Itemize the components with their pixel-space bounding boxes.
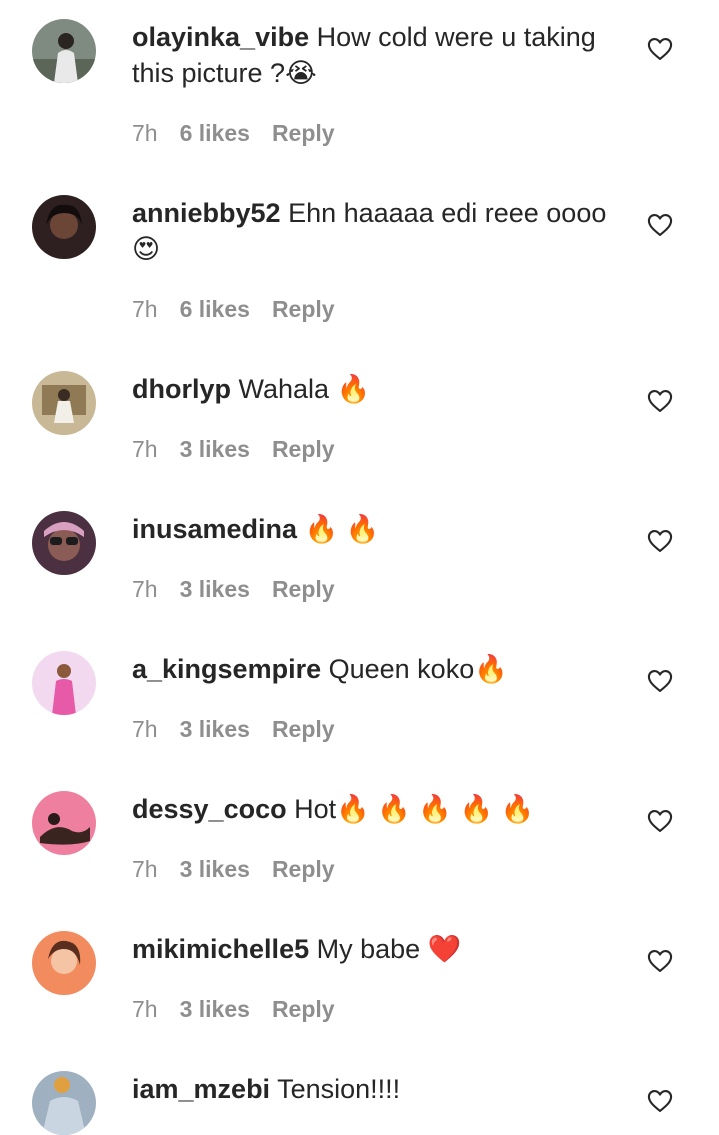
comment-text: olayinka_vibe How cold were u taking thi… (132, 19, 622, 91)
heart-outline-icon[interactable] (646, 211, 674, 239)
heart-outline-icon[interactable] (646, 667, 674, 695)
comment-time: 7h (132, 436, 158, 462)
heart-outline-icon[interactable] (646, 387, 674, 415)
comment-meta: 7h 6 likes Reply (132, 118, 335, 148)
comment-text: a_kingsempire Queen koko🔥 (132, 651, 622, 687)
avatar[interactable] (32, 931, 96, 995)
comment-username[interactable]: olayinka_vibe (132, 22, 309, 52)
heart-outline-icon[interactable] (646, 527, 674, 555)
comment-username[interactable]: inusamedina (132, 514, 297, 544)
avatar[interactable] (32, 791, 96, 855)
comment-time: 7h (132, 296, 158, 322)
comment-meta: 7h 3 likes Reply (132, 434, 335, 464)
reply-button[interactable]: Reply (272, 296, 335, 322)
avatar[interactable] (32, 19, 96, 83)
reply-button[interactable]: Reply (272, 996, 335, 1022)
comment-text: iam_mzebi Tension!!!! (132, 1071, 622, 1107)
comment-time: 7h (132, 120, 158, 146)
comment-username[interactable]: dhorlyp (132, 374, 231, 404)
comment-time: 7h (132, 856, 158, 882)
comment-body: Wahala 🔥 (238, 374, 371, 404)
comment-text: dhorlyp Wahala 🔥 (132, 371, 622, 407)
heart-outline-icon[interactable] (646, 35, 674, 63)
comment-text: inusamedina 🔥 🔥 (132, 511, 622, 547)
comment-body: My babe ❤️ (316, 934, 462, 964)
heart-outline-icon[interactable] (646, 807, 674, 835)
comment-username[interactable]: iam_mzebi (132, 1074, 270, 1104)
avatar[interactable] (32, 651, 96, 715)
comment-meta: 7h 6 likes Reply (132, 294, 335, 324)
reply-button[interactable]: Reply (272, 856, 335, 882)
comment-text: anniebby52 Ehn haaaaa edi reee oooo 😍 (132, 195, 622, 267)
comment-username[interactable]: a_kingsempire (132, 654, 321, 684)
avatar[interactable] (32, 1071, 96, 1135)
comment-time: 7h (132, 576, 158, 602)
comment-likes[interactable]: 6 likes (180, 120, 250, 146)
comment-meta: 7h 3 likes Reply (132, 994, 335, 1024)
comment-likes[interactable]: 3 likes (180, 436, 250, 462)
reply-button[interactable]: Reply (272, 716, 335, 742)
comment-meta: 7h 3 likes Reply (132, 574, 335, 604)
comment-likes[interactable]: 3 likes (180, 716, 250, 742)
heart-outline-icon[interactable] (646, 947, 674, 975)
avatar[interactable] (32, 195, 96, 259)
comment-username[interactable]: dessy_coco (132, 794, 287, 824)
comment-likes[interactable]: 6 likes (180, 296, 250, 322)
comment-time: 7h (132, 716, 158, 742)
reply-button[interactable]: Reply (272, 576, 335, 602)
avatar[interactable] (32, 511, 96, 575)
comment-body: 🔥 🔥 (304, 514, 380, 544)
comment-body: Queen koko🔥 (328, 654, 508, 684)
heart-outline-icon[interactable] (646, 1087, 674, 1115)
reply-button[interactable]: Reply (272, 436, 335, 462)
comment-likes[interactable]: 3 likes (180, 576, 250, 602)
comment-time: 7h (132, 996, 158, 1022)
comment-meta: 7h 3 likes Reply (132, 854, 335, 884)
comment-username[interactable]: anniebby52 (132, 198, 281, 228)
comment-body: Hot🔥 🔥 🔥 🔥 🔥 (294, 794, 535, 824)
comment-username[interactable]: mikimichelle5 (132, 934, 309, 964)
comment-body: Tension!!!! (277, 1074, 401, 1104)
comment-text: dessy_coco Hot🔥 🔥 🔥 🔥 🔥 (132, 791, 622, 827)
comment-meta: 7h 3 likes Reply (132, 714, 335, 744)
comment-text: mikimichelle5 My babe ❤️ (132, 931, 622, 967)
comment-likes[interactable]: 3 likes (180, 856, 250, 882)
reply-button[interactable]: Reply (272, 120, 335, 146)
avatar[interactable] (32, 371, 96, 435)
comment-likes[interactable]: 3 likes (180, 996, 250, 1022)
